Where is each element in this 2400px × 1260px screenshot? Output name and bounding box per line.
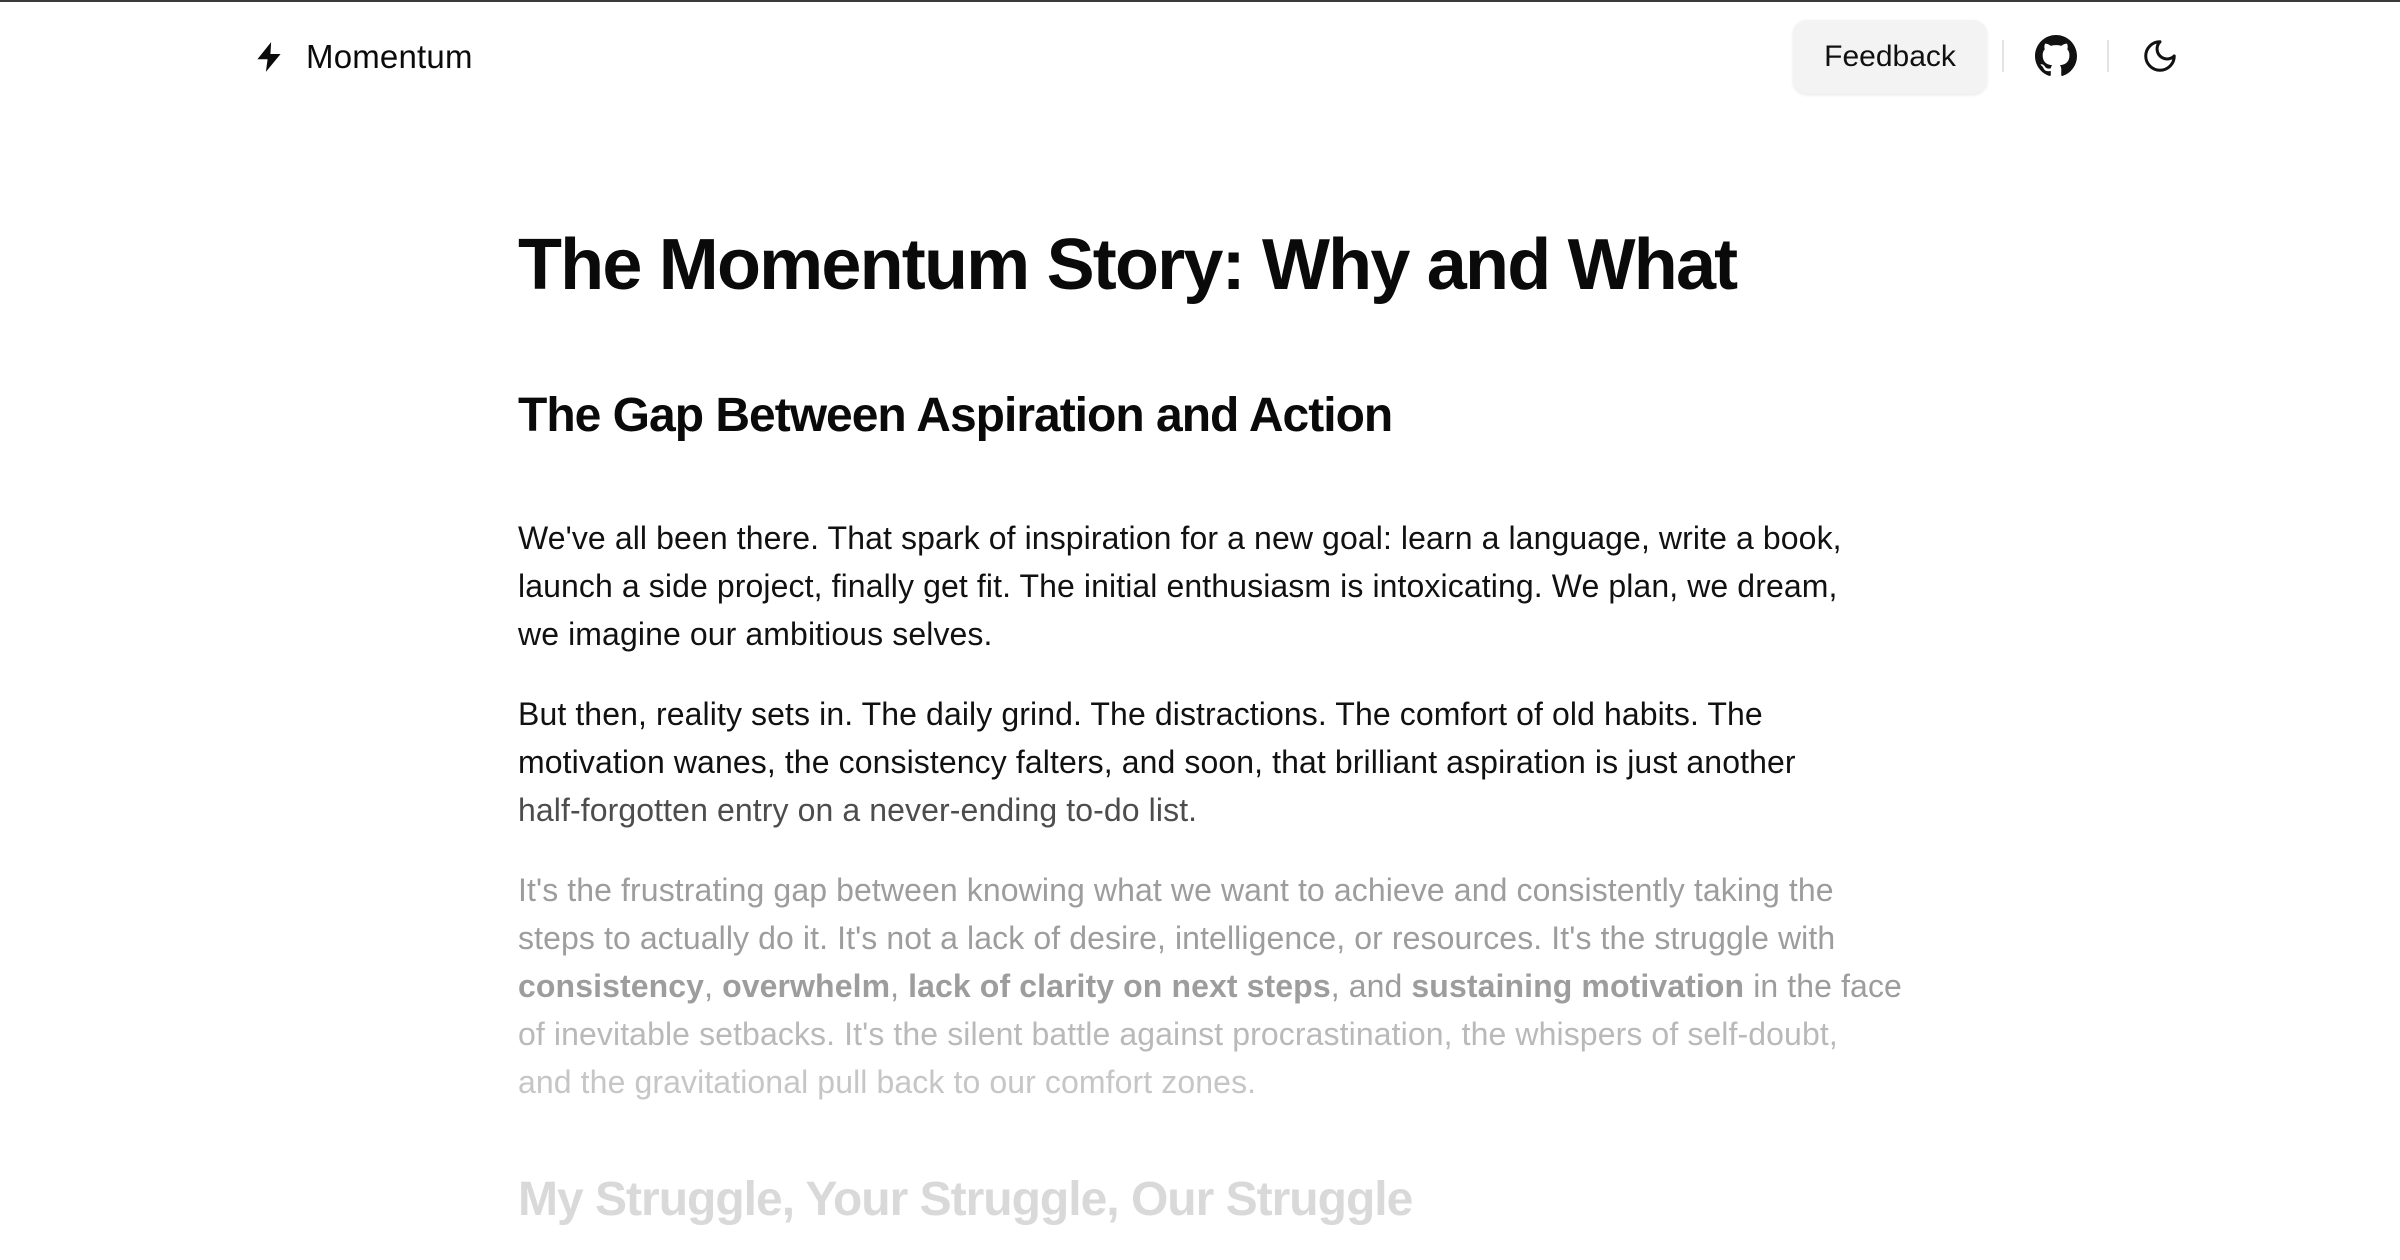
paragraph-line: But then, reality sets in. The daily gri… <box>518 696 1763 732</box>
section-heading: The Gap Between Aspiration and Action <box>518 389 1393 442</box>
emphasis-text: sustaining motivation <box>1411 968 1745 1004</box>
header-divider <box>2107 40 2109 72</box>
paragraph-line: launch a side project, finally get fit. … <box>518 568 1838 604</box>
paragraph-line: motivation wanes, the consistency falter… <box>518 744 1796 780</box>
lightning-bolt-icon <box>252 40 286 74</box>
emphasis-text: lack of clarity on next steps <box>908 968 1331 1004</box>
site-header: Momentum Feedback <box>0 2 2400 110</box>
paragraph-line: of inevitable setbacks. It's the silent … <box>518 1016 1838 1052</box>
paragraph: It's the frustrating gap between knowing… <box>518 866 1918 1106</box>
paragraph-line: and the gravitational pull back to our c… <box>518 1064 1257 1100</box>
paragraph: But then, reality sets in. The daily gri… <box>518 690 1918 834</box>
brand-link[interactable]: Momentum <box>252 32 473 82</box>
brand-name: Momentum <box>306 38 473 75</box>
page-title: The Momentum Story: Why and What <box>518 225 1738 305</box>
inline-text: in the face <box>1744 968 1902 1004</box>
inline-text: , and <box>1330 968 1412 1004</box>
paragraph-line: It's the frustrating gap between knowing… <box>518 872 1834 908</box>
github-link[interactable] <box>2034 34 2078 78</box>
paragraph-line: steps to actually do it. It's not a lack… <box>518 920 1836 956</box>
header-divider <box>2002 40 2004 72</box>
inline-text: , <box>704 968 723 1004</box>
emphasis-text: consistency <box>518 968 705 1004</box>
paragraph-line: half-forgotten entry on a never-ending t… <box>518 792 1198 828</box>
paragraph-line: we imagine our ambitious selves. <box>518 616 993 652</box>
article: The Momentum Story: Why and What The Gap… <box>518 220 1918 1226</box>
inline-text: , <box>890 968 909 1004</box>
section-heading: My Struggle, Your Struggle, Our Struggle <box>518 1173 1413 1226</box>
paragraph-line: We've all been there. That spark of insp… <box>518 520 1842 556</box>
theme-toggle-button[interactable] <box>2138 34 2182 78</box>
github-icon <box>2035 35 2077 77</box>
moon-icon <box>2141 37 2179 75</box>
paragraph-line: consistency, overwhelm, lack of clarity … <box>518 962 1918 1010</box>
paragraph: We've all been there. That spark of insp… <box>518 514 1918 658</box>
feedback-button[interactable]: Feedback <box>1793 20 1987 94</box>
emphasis-text: overwhelm <box>722 968 891 1004</box>
